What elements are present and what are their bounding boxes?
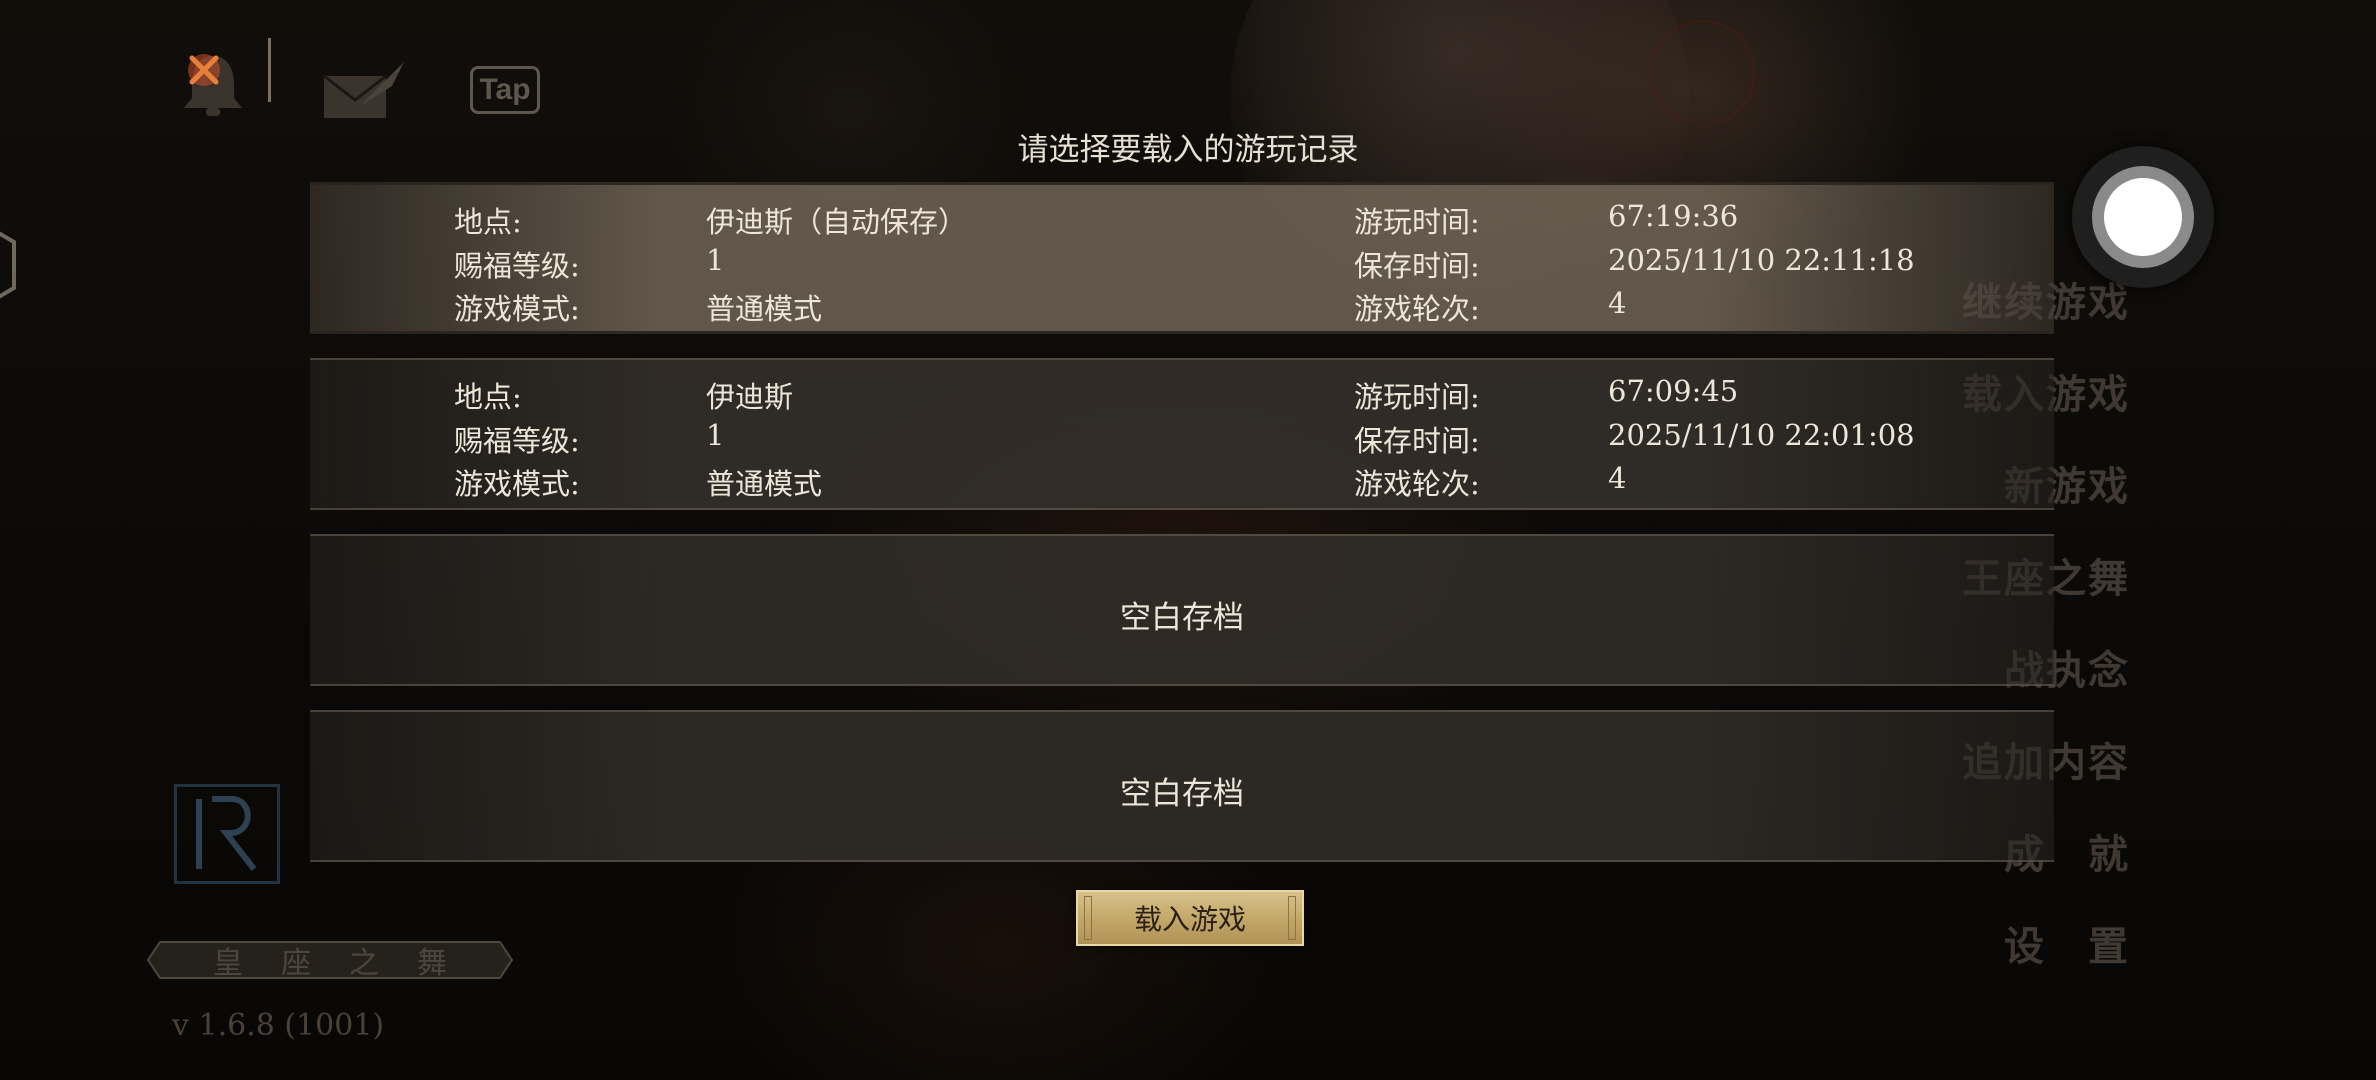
playtime-value: 67:09:45 <box>1608 374 1739 408</box>
version-label: v 1.6.8 (1001) <box>172 1008 385 1043</box>
mode-value: 普通模式 <box>706 467 823 501</box>
round-label: 游戏轮次: <box>1354 292 1480 326</box>
round-label: 游戏轮次: <box>1354 467 1480 501</box>
logo <box>174 784 280 884</box>
record-ring <box>2092 166 2194 268</box>
record-dot-icon <box>2104 178 2182 256</box>
load-game-button[interactable]: 载入游戏 <box>1076 890 1304 946</box>
mode-label: 游戏模式: <box>454 292 580 326</box>
location-value: 伊迪斯 <box>706 380 794 414</box>
savetime-label: 保存时间: <box>1354 249 1480 283</box>
save-slot-3[interactable]: 空白存档 <box>310 534 2054 686</box>
level-value: 1 <box>706 418 725 452</box>
mode-value: 普通模式 <box>706 292 823 326</box>
playtime-value: 67:19:36 <box>1608 199 1739 233</box>
tap-icon[interactable]: Tap <box>470 66 540 114</box>
savetime-label: 保存时间: <box>1354 424 1480 458</box>
save-slot-1[interactable]: 地点: 伊迪斯（自动保存） 赐福等级: 1 游戏模式: 普通模式 游玩时间: 6… <box>310 182 2054 334</box>
empty-slot-label: 空白存档 <box>1120 600 1244 636</box>
bell-icon[interactable] <box>178 46 248 126</box>
savetime-value: 2025/11/10 22:01:08 <box>1608 418 1915 452</box>
empty-slot-label: 空白存档 <box>1120 776 1244 812</box>
dialog-title: 请选择要载入的游玩记录 <box>1017 132 1359 168</box>
menu-item-settings[interactable]: 设 置 <box>2004 914 2130 972</box>
round-value: 4 <box>1608 286 1627 320</box>
level-label: 赐福等级: <box>454 249 580 283</box>
game-title-plate: 皇座之舞 <box>146 936 514 984</box>
level-value: 1 <box>706 243 725 277</box>
toolbar-divider <box>268 38 271 102</box>
side-drawer-handle[interactable] <box>0 220 20 310</box>
game-title: 皇座之舞 <box>213 946 485 981</box>
save-slot-2[interactable]: 地点: 伊迪斯 赐福等级: 1 游戏模式: 普通模式 游玩时间: 67:09:4… <box>310 358 2054 510</box>
playtime-label: 游玩时间: <box>1354 205 1480 239</box>
location-label: 地点: <box>454 380 522 414</box>
location-value: 伊迪斯（自动保存） <box>706 205 968 239</box>
location-label: 地点: <box>454 205 522 239</box>
mode-label: 游戏模式: <box>454 467 580 501</box>
save-slot-4[interactable]: 空白存档 <box>310 710 2054 862</box>
level-label: 赐福等级: <box>454 424 580 458</box>
playtime-label: 游玩时间: <box>1354 380 1480 414</box>
mail-icon[interactable] <box>320 56 410 124</box>
round-value: 4 <box>1608 461 1627 495</box>
savetime-value: 2025/11/10 22:11:18 <box>1608 243 1915 277</box>
